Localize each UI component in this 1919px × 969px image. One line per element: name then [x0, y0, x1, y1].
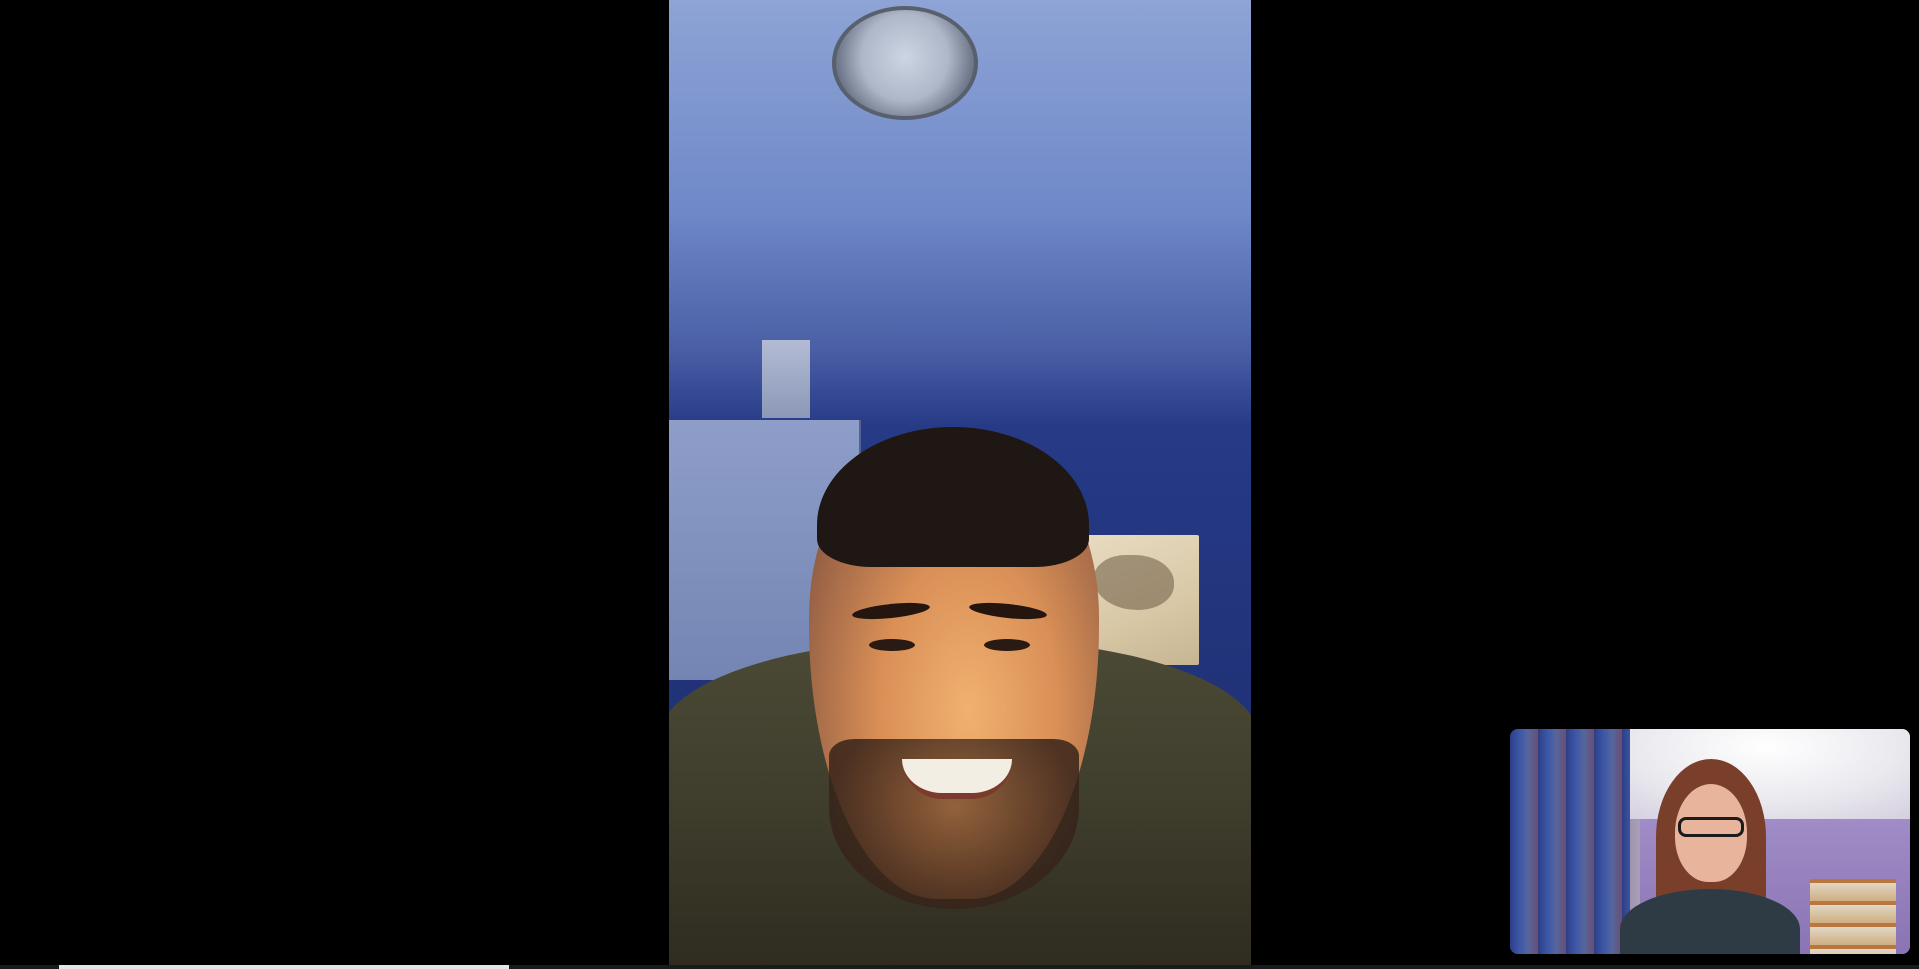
- playback-progress-bar[interactable]: [0, 965, 1919, 969]
- remote-participant-video[interactable]: [669, 0, 1251, 969]
- right-eye: [984, 639, 1030, 651]
- remote-participant-hair: [817, 427, 1089, 567]
- ceiling-light: [832, 6, 978, 120]
- playback-progress-fill: [59, 965, 510, 969]
- remote-participant: [669, 209, 1251, 969]
- video-call-stage: [0, 0, 1919, 969]
- self-view-curtain: [1510, 729, 1630, 954]
- self-view-video[interactable]: [1510, 729, 1910, 954]
- left-eye: [869, 639, 915, 651]
- glasses: [1678, 817, 1744, 837]
- self-view-bookshelf: [1810, 879, 1896, 954]
